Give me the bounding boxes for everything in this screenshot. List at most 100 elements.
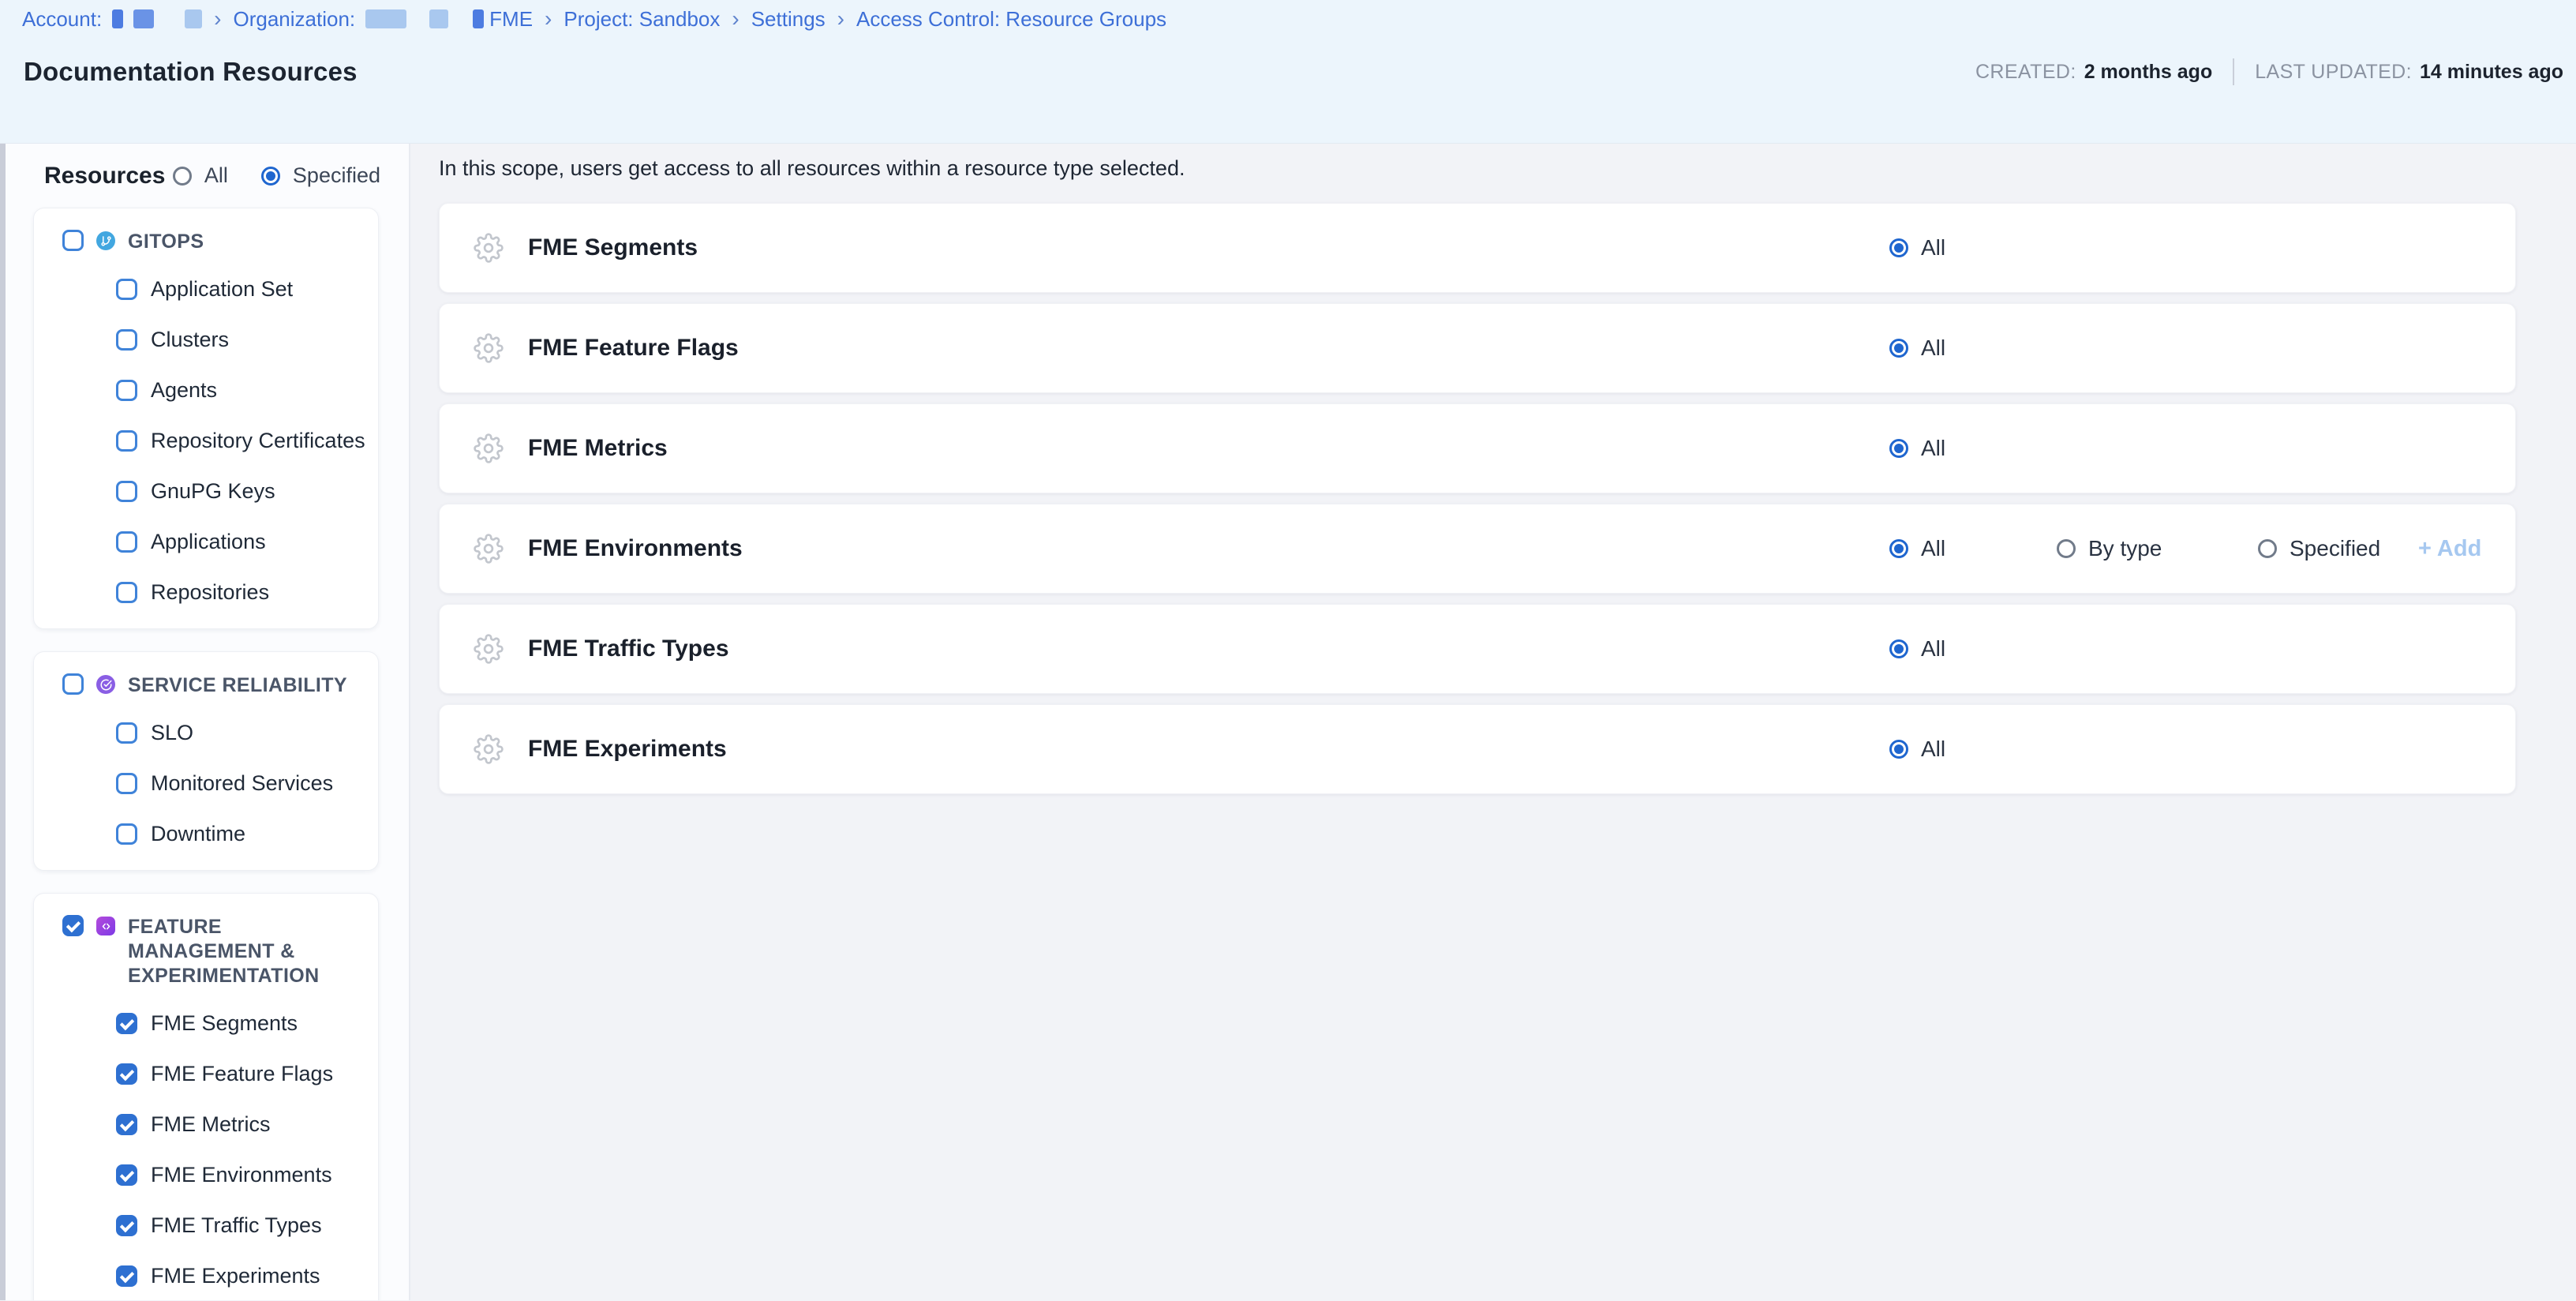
item-label[interactable]: Repositories	[151, 580, 269, 605]
meta-divider	[2233, 58, 2234, 85]
radio-label[interactable]: All	[204, 163, 228, 188]
radio-icon[interactable]	[1889, 439, 1908, 458]
radio-label[interactable]: Specified	[293, 163, 380, 188]
sidebar-item-applications[interactable]: Applications	[62, 516, 364, 567]
item-checkbox[interactable]	[116, 722, 137, 744]
fme-icon	[96, 917, 115, 935]
option-all[interactable]: All	[1889, 705, 1945, 793]
item-checkbox[interactable]	[116, 1013, 137, 1034]
sidebar-item-fme-segments[interactable]: FME Segments	[62, 998, 364, 1048]
scope-note: In this scope, users get access to all r…	[439, 156, 2576, 181]
group-label[interactable]: SERVICE RELIABILITY	[128, 673, 347, 698]
item-checkbox[interactable]	[116, 329, 137, 351]
resource-row-fme-traffic-types: FME Traffic Types All	[439, 604, 2516, 694]
radio-label[interactable]: All	[1921, 737, 1945, 762]
item-label[interactable]: FME Segments	[151, 1011, 298, 1036]
radio-icon[interactable]	[2258, 539, 2277, 558]
item-label[interactable]: Applications	[151, 530, 266, 554]
resource-row-fme-segments: FME Segments All	[439, 203, 2516, 293]
sidebar-item-monitored-services[interactable]: Monitored Services	[62, 758, 364, 808]
item-label[interactable]: FME Feature Flags	[151, 1062, 333, 1086]
radio-icon[interactable]	[2057, 539, 2076, 558]
main-panel: In this scope, users get access to all r…	[410, 144, 2576, 1300]
group-label[interactable]: GITOPS	[128, 230, 204, 254]
item-label[interactable]: Repository Certificates	[151, 429, 365, 453]
item-checkbox[interactable]	[116, 279, 137, 300]
item-label[interactable]: Clusters	[151, 328, 229, 352]
breadcrumb-separator: ›	[836, 6, 846, 32]
option-all[interactable]: All	[1889, 304, 1945, 392]
item-checkbox[interactable]	[116, 430, 137, 452]
sidebar-item-fme-environments[interactable]: FME Environments	[62, 1149, 364, 1200]
item-checkbox[interactable]	[116, 1164, 137, 1186]
item-label[interactable]: GnuPG Keys	[151, 479, 275, 504]
radio-icon[interactable]	[173, 167, 192, 186]
item-checkbox[interactable]	[116, 582, 137, 603]
item-checkbox[interactable]	[116, 1265, 137, 1287]
radio-icon[interactable]	[261, 167, 280, 186]
option-specified[interactable]: Specified	[2258, 504, 2380, 593]
group-checkbox[interactable]	[62, 673, 84, 695]
sidebar-item-clusters[interactable]: Clusters	[62, 314, 364, 365]
scope-radio-all[interactable]: All	[173, 163, 228, 188]
radio-label[interactable]: All	[1921, 536, 1945, 561]
item-label[interactable]: Application Set	[151, 277, 293, 302]
item-checkbox[interactable]	[116, 481, 137, 502]
item-label[interactable]: FME Metrics	[151, 1112, 271, 1137]
radio-icon[interactable]	[1889, 639, 1908, 658]
sidebar-item-gnupg-keys[interactable]: GnuPG Keys	[62, 466, 364, 516]
item-checkbox[interactable]	[116, 380, 137, 401]
radio-icon[interactable]	[1889, 740, 1908, 759]
item-label[interactable]: Downtime	[151, 822, 245, 846]
radio-label[interactable]: All	[1921, 436, 1945, 461]
breadcrumb-account-label[interactable]: Account:	[22, 7, 102, 32]
sidebar-item-fme-experiments[interactable]: FME Experiments	[62, 1250, 364, 1300]
breadcrumb: Account: › Organization: FME › Project: …	[0, 0, 2576, 38]
add-button[interactable]: + Add	[2418, 504, 2481, 593]
sidebar-item-application-set[interactable]: Application Set	[62, 264, 364, 314]
radio-label[interactable]: Specified	[2290, 536, 2380, 561]
item-label[interactable]: Monitored Services	[151, 771, 333, 796]
sidebar-item-repositories[interactable]: Repositories	[62, 567, 364, 617]
item-label[interactable]: FME Experiments	[151, 1264, 320, 1288]
breadcrumb-organization-label[interactable]: Organization:	[234, 7, 356, 32]
item-label[interactable]: FME Traffic Types	[151, 1213, 322, 1238]
sidebar-item-slo[interactable]: SLO	[62, 707, 364, 758]
radio-label[interactable]: All	[1921, 636, 1945, 662]
option-all[interactable]: All	[1889, 204, 1945, 292]
sidebar-group-fme: FEATURE MANAGEMENT & EXPERIMENTATION FME…	[33, 893, 379, 1300]
breadcrumb-project[interactable]: Project: Sandbox	[564, 7, 720, 32]
breadcrumb-settings[interactable]: Settings	[751, 7, 826, 32]
item-checkbox[interactable]	[116, 1114, 137, 1135]
item-checkbox[interactable]	[116, 823, 137, 845]
item-checkbox[interactable]	[116, 1215, 137, 1236]
option-by-type[interactable]: By type	[2057, 504, 2162, 593]
option-all[interactable]: All	[1889, 404, 1945, 493]
sidebar-item-repository-certificates[interactable]: Repository Certificates	[62, 415, 364, 466]
item-checkbox[interactable]	[116, 773, 137, 794]
sidebar-item-fme-metrics[interactable]: FME Metrics	[62, 1099, 364, 1149]
item-checkbox[interactable]	[116, 531, 137, 553]
breadcrumb-org-fme[interactable]: FME	[489, 7, 533, 32]
item-label[interactable]: SLO	[151, 721, 193, 745]
radio-icon[interactable]	[1889, 339, 1908, 358]
radio-label[interactable]: All	[1921, 235, 1945, 261]
item-checkbox[interactable]	[116, 1063, 137, 1085]
scope-radio-specified[interactable]: Specified	[261, 163, 380, 188]
radio-icon[interactable]	[1889, 539, 1908, 558]
option-all[interactable]: All	[1889, 504, 1945, 593]
option-all[interactable]: All	[1889, 605, 1945, 693]
sidebar-item-fme-feature-flags[interactable]: FME Feature Flags	[62, 1048, 364, 1099]
item-label[interactable]: FME Environments	[151, 1163, 332, 1187]
sidebar-item-agents[interactable]: Agents	[62, 365, 364, 415]
group-checkbox[interactable]	[62, 915, 84, 936]
sidebar-item-fme-traffic-types[interactable]: FME Traffic Types	[62, 1200, 364, 1250]
radio-icon[interactable]	[1889, 238, 1908, 257]
breadcrumb-current-page[interactable]: Access Control: Resource Groups	[856, 7, 1166, 32]
sidebar-item-downtime[interactable]: Downtime	[62, 808, 364, 859]
radio-label[interactable]: All	[1921, 336, 1945, 361]
item-label[interactable]: Agents	[151, 378, 217, 403]
group-checkbox[interactable]	[62, 230, 84, 251]
group-label[interactable]: FEATURE MANAGEMENT & EXPERIMENTATION	[128, 915, 364, 988]
radio-label[interactable]: By type	[2088, 536, 2162, 561]
